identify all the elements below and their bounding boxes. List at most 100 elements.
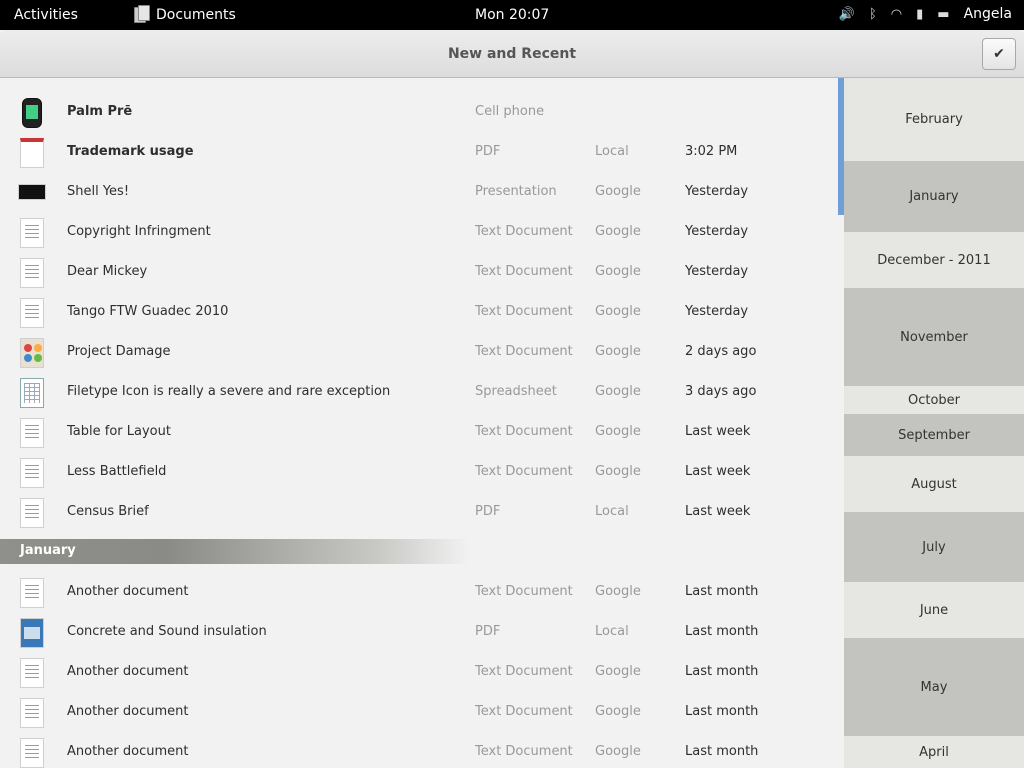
timeline-month[interactable]: October xyxy=(844,386,1024,414)
document-thumbnail-icon xyxy=(20,258,44,288)
document-type: Text Document xyxy=(475,224,573,239)
document-thumbnail-icon xyxy=(20,338,44,368)
timeline-month[interactable]: February xyxy=(844,78,1024,161)
document-name: Dear Mickey xyxy=(67,264,148,279)
timeline-month[interactable]: August xyxy=(844,456,1024,512)
document-date: Last month xyxy=(685,624,759,639)
document-row[interactable]: Another document Text Document Google Last … xyxy=(0,692,838,732)
document-row[interactable]: Filetype Icon is really a severe and rar… xyxy=(0,372,838,412)
document-name: Another document xyxy=(67,704,189,719)
document-name: Shell Yes! xyxy=(67,184,130,199)
document-source: Google xyxy=(595,744,641,759)
document-type: Text Document xyxy=(475,344,573,359)
document-type: Text Document xyxy=(475,664,573,679)
selection-mode-button[interactable]: ✔ xyxy=(982,38,1016,70)
document-row[interactable]: Table for Layout Text Document Google Last … xyxy=(0,412,838,452)
document-type: Text Document xyxy=(475,704,573,719)
system-tray: 🔊 ᛒ ◠ ▮ ▬ Angela xyxy=(839,6,1012,22)
timeline-month[interactable]: May xyxy=(844,638,1024,736)
document-date: Last week xyxy=(685,464,751,479)
document-name: Another document xyxy=(67,664,189,679)
document-date: Yesterday xyxy=(685,264,749,279)
document-source: Google xyxy=(595,264,641,279)
document-row[interactable]: Concrete and Sound insulation PDF Local Las… xyxy=(0,612,838,652)
document-date: Yesterday xyxy=(685,184,749,199)
document-thumbnail-icon xyxy=(20,738,44,768)
document-row[interactable]: Palm Prē Cell phone xyxy=(0,92,838,132)
document-date: Last week xyxy=(685,424,751,439)
document-date: Yesterday xyxy=(685,304,749,319)
document-thumbnail-icon xyxy=(20,578,44,608)
document-row[interactable]: Project Damage Text Document Google 2 days … xyxy=(0,332,838,372)
document-date: 3:02 PM xyxy=(685,144,738,159)
document-name: Table for Layout xyxy=(67,424,171,439)
document-thumbnail-icon xyxy=(20,378,44,408)
document-row[interactable]: Another document Text Document Google Last … xyxy=(0,732,838,768)
document-date: Last month xyxy=(685,704,759,719)
timeline-month[interactable]: June xyxy=(844,582,1024,638)
activities-button[interactable]: Activities xyxy=(14,7,78,23)
volume-icon[interactable]: 🔊 xyxy=(839,7,855,22)
app-menu[interactable]: Documents xyxy=(134,5,236,25)
documents-app-icon xyxy=(134,5,152,25)
document-type: PDF xyxy=(475,144,501,159)
battery-icon[interactable]: ▮ xyxy=(916,7,923,22)
timeline-month[interactable]: July xyxy=(844,512,1024,582)
document-type: PDF xyxy=(475,624,501,639)
document-thumbnail-icon xyxy=(20,498,44,528)
timeline-month[interactable]: September xyxy=(844,414,1024,456)
document-name: Palm Prē xyxy=(67,104,133,119)
timeline-sidebar: February January December - 2011 Novembe… xyxy=(844,78,1024,768)
document-row[interactable]: Less Battlefield Text Document Google Last … xyxy=(0,452,838,492)
document-name: Another document xyxy=(67,744,189,759)
document-row[interactable]: Census Brief PDF Local Last week xyxy=(0,492,838,532)
document-thumbnail-icon xyxy=(20,298,44,328)
document-source: Google xyxy=(595,664,641,679)
document-row[interactable]: Another document Text Document Google Last … xyxy=(0,652,838,692)
timeline-month[interactable]: April xyxy=(844,736,1024,768)
document-row[interactable]: Copyright Infringment Text Document Google… xyxy=(0,212,838,252)
chat-icon[interactable]: ▬ xyxy=(937,7,949,22)
document-date: 2 days ago xyxy=(685,344,757,359)
section-header-january: January xyxy=(0,539,838,564)
document-thumbnail-icon xyxy=(20,658,44,688)
document-date: Yesterday xyxy=(685,224,749,239)
document-source: Google xyxy=(595,384,641,399)
document-type: Text Document xyxy=(475,744,573,759)
document-row[interactable]: Tango FTW Guadec 2010 Text Document Google… xyxy=(0,292,838,332)
document-thumbnail-icon xyxy=(18,184,46,200)
document-thumbnail-icon xyxy=(20,218,44,248)
document-row[interactable]: Trademark usage PDF Local 3:02 PM xyxy=(0,132,838,172)
document-thumbnail-icon xyxy=(20,458,44,488)
document-row[interactable]: Another document Text Document Google Last … xyxy=(0,572,838,612)
document-type: Text Document xyxy=(475,464,573,479)
document-source: Local xyxy=(595,624,629,639)
user-menu[interactable]: Angela xyxy=(964,6,1012,22)
document-date: Last month xyxy=(685,744,759,759)
app-name: Documents xyxy=(156,7,236,23)
document-thumbnail-icon xyxy=(20,698,44,728)
timeline-month[interactable]: November xyxy=(844,288,1024,386)
clock[interactable]: Mon 20:07 xyxy=(475,7,549,23)
document-type: PDF xyxy=(475,504,501,519)
document-source: Google xyxy=(595,464,641,479)
document-source: Local xyxy=(595,144,629,159)
bluetooth-icon[interactable]: ᛒ xyxy=(869,7,877,22)
document-row[interactable]: Dear Mickey Text Document Google Yesterday xyxy=(0,252,838,292)
document-source: Google xyxy=(595,184,641,199)
wifi-icon[interactable]: ◠ xyxy=(891,7,902,22)
document-date: 3 days ago xyxy=(685,384,757,399)
document-type: Presentation xyxy=(475,184,557,199)
document-source: Google xyxy=(595,704,641,719)
document-thumbnail-icon xyxy=(22,98,42,128)
header-bar: New and Recent ✔ xyxy=(0,30,1024,78)
document-type: Cell phone xyxy=(475,104,545,119)
document-name: Concrete and Sound insulation xyxy=(67,624,267,639)
timeline-month[interactable]: December - 2011 xyxy=(844,232,1024,288)
document-name: Tango FTW Guadec 2010 xyxy=(67,304,229,319)
page-title: New and Recent xyxy=(447,46,577,62)
document-thumbnail-icon xyxy=(20,618,44,648)
timeline-month[interactable]: January xyxy=(844,161,1024,232)
document-row[interactable]: Shell Yes! Presentation Google Yesterday xyxy=(0,172,838,212)
document-source: Google xyxy=(595,424,641,439)
